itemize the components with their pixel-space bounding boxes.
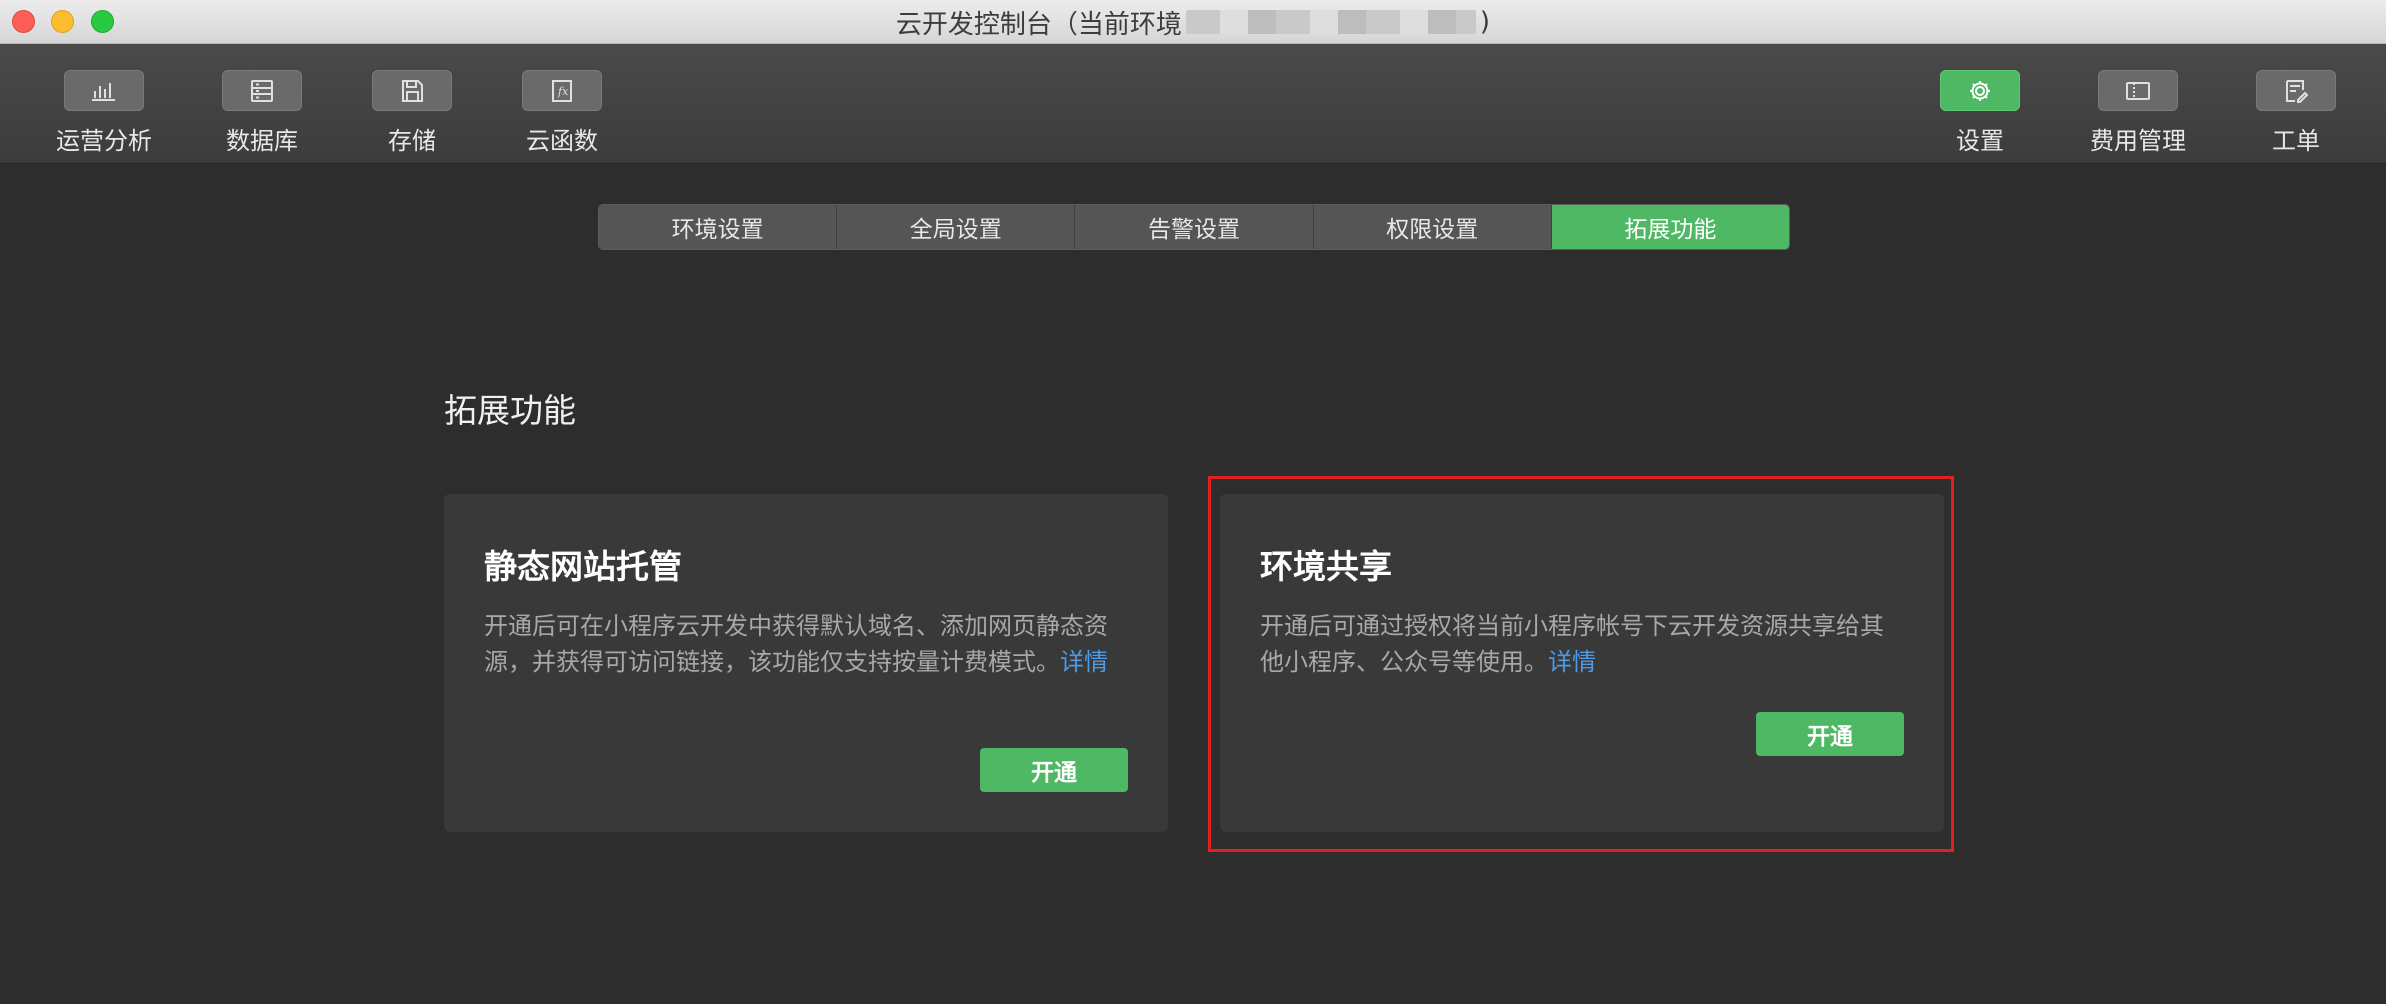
settings-label: 设置	[1956, 127, 2004, 155]
tab-global-settings[interactable]: 全局设置	[837, 205, 1076, 249]
billing-button[interactable]	[2098, 70, 2178, 111]
enable-env-sharing-button[interactable]: 开通	[1756, 712, 1904, 756]
ticket-edit-icon	[2286, 79, 2309, 103]
toolbar-item-database[interactable]: 数据库	[192, 70, 332, 156]
tab-environment-settings[interactable]: 环境设置	[599, 205, 838, 249]
billing-label: 费用管理	[2090, 127, 2186, 155]
enable-static-hosting-button[interactable]: 开通	[980, 748, 1128, 792]
storage-button[interactable]	[372, 70, 452, 111]
redacted-env-id	[1185, 10, 1476, 34]
save-disk-icon	[402, 79, 423, 102]
toolbar-item-storage[interactable]: 存储	[342, 70, 482, 156]
tickets-label: 工单	[2272, 127, 2320, 155]
card-title: 环境共享	[1260, 547, 1392, 586]
toolbar-item-analytics[interactable]: 运营分析	[34, 70, 174, 156]
tickets-button[interactable]	[2256, 70, 2336, 111]
main-toolbar: 运营分析 数据库 存储 fx 云函数 设置 费用管理 工单	[0, 44, 2386, 164]
tab-extensions[interactable]: 拓展功能	[1551, 205, 1789, 249]
settings-button[interactable]	[1940, 70, 2020, 111]
window-title-suffix: )	[1479, 7, 1491, 37]
details-link[interactable]: 详情	[1060, 648, 1108, 676]
gear-icon	[1970, 80, 1990, 101]
tab-alert-settings[interactable]: 告警设置	[1075, 205, 1314, 249]
database-icon	[251, 79, 273, 102]
details-link[interactable]: 详情	[1548, 648, 1596, 676]
toolbar-item-cloud-function[interactable]: fx 云函数	[492, 70, 632, 156]
analytics-button[interactable]	[64, 70, 144, 111]
card-title: 静态网站托管	[484, 547, 682, 586]
svg-text:fx: fx	[557, 85, 569, 98]
database-label: 数据库	[226, 127, 298, 155]
storage-label: 存储	[388, 127, 436, 155]
env-sharing-card: 环境共享 开通后可通过授权将当前小程序帐号下云开发资源共享给其他小程序、公众号等…	[1220, 494, 1944, 832]
ticket-icon	[2126, 81, 2150, 100]
database-button[interactable]	[222, 70, 302, 111]
window-title: 云开发控制台（当前环境 )	[0, 0, 2386, 44]
toolbar-item-tickets[interactable]: 工单	[2226, 70, 2366, 156]
function-icon: fx	[552, 79, 572, 102]
toolbar-item-settings[interactable]: 设置	[1910, 70, 2050, 156]
static-hosting-card: 静态网站托管 开通后可在小程序云开发中获得默认域名、添加网页静态资源，并获得可访…	[444, 494, 1168, 832]
card-description: 开通后可通过授权将当前小程序帐号下云开发资源共享给其他小程序、公众号等使用。详情	[1260, 608, 1904, 680]
toolbar-item-billing[interactable]: 费用管理	[2068, 70, 2208, 156]
card-description-text: 开通后可在小程序云开发中获得默认域名、添加网页静态资源，并获得可访问链接，该功能…	[484, 612, 1108, 676]
window-title-prefix: 云开发控制台（当前环境	[895, 9, 1182, 40]
title-bar: 云开发控制台（当前环境 )	[0, 0, 2386, 44]
analytics-label: 运营分析	[56, 127, 152, 155]
cloud-function-label: 云函数	[526, 127, 598, 155]
settings-tabs: 环境设置 全局设置 告警设置 权限设置 拓展功能	[598, 204, 1790, 250]
bar-chart-icon	[92, 82, 115, 101]
section-title: 拓展功能	[444, 391, 576, 430]
card-description: 开通后可在小程序云开发中获得默认域名、添加网页静态资源，并获得可访问链接，该功能…	[484, 608, 1128, 680]
tab-permission-settings[interactable]: 权限设置	[1313, 205, 1552, 249]
cloud-function-button[interactable]: fx	[522, 70, 602, 111]
